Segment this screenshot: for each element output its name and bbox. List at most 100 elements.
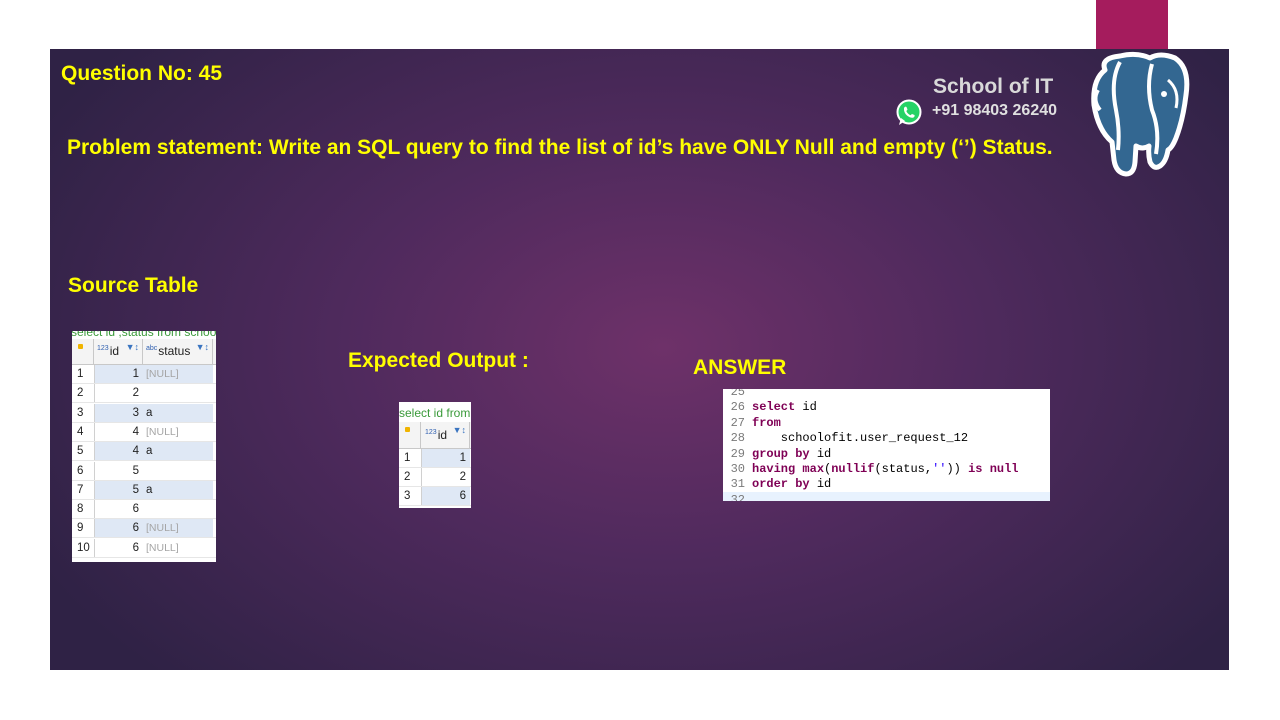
cell-id[interactable]: 4 [95,442,143,461]
row-number: 6 [72,461,95,480]
table-row[interactable]: 75a [72,480,216,500]
row-number: 7 [72,480,95,499]
table-row[interactable]: 22 [399,468,471,487]
filter-sort-icon[interactable]: ▼↕ [453,425,466,435]
cell-id[interactable]: 1 [422,449,470,467]
row-number: 9 [72,519,95,538]
code-line[interactable]: 27 from [723,415,1050,431]
row-number: 10 [72,538,95,557]
row-number: 1 [399,449,422,467]
code-text[interactable]: order by id [752,477,831,491]
line-number: 25 [730,389,745,399]
row-number: 3 [72,403,95,422]
cell-id[interactable]: 2 [422,468,470,486]
code-line[interactable]: 32 [723,491,1050,501]
cell-status[interactable]: [NULL] [143,539,213,557]
problem-statement: Problem statement: Write an SQL query to… [67,136,1053,159]
cell-id[interactable]: 1 [95,365,143,383]
cell-id[interactable]: 6 [422,487,470,505]
grid-header: 123id ▼↕ [399,422,471,449]
filter-sort-icon[interactable]: ▼↕ [196,342,209,352]
grid-header: 123id ▼↕ abcstatus ▼↕ [72,339,216,365]
table-row[interactable]: 22 [72,384,216,404]
row-number: 3 [399,487,422,505]
cell-id[interactable]: 6 [95,539,143,557]
decorative-bar [1096,0,1168,56]
code-line[interactable]: 26 select id [723,399,1050,415]
cell-id[interactable]: 5 [95,480,143,499]
column-header-id[interactable]: 123id ▼↕ [421,422,470,448]
grid-corner [72,339,94,364]
row-number: 2 [72,384,95,403]
source-table-title: Source Table [68,274,199,297]
table-row[interactable]: 33a [72,403,216,423]
code-line[interactable]: 29 group by id [723,446,1050,462]
code-text[interactable]: schoolofit.user_request_12 [752,431,968,445]
grid-corner [399,422,421,448]
cell-id[interactable]: 2 [95,384,143,402]
table-row[interactable]: 65 [72,461,216,481]
question-number: Question No: 45 [61,62,223,85]
query-caption: select id ,status from schoo [72,331,216,339]
cell-id[interactable]: 6 [95,500,143,518]
code-text[interactable]: from [752,416,781,430]
row-number: 2 [399,468,422,486]
table-row[interactable]: 9 6 [NULL] [72,519,216,539]
line-number: 32 [730,492,745,501]
cell-id[interactable]: 3 [95,403,143,422]
column-header-id[interactable]: 123id ▼↕ [94,339,143,364]
expected-output-title: Expected Output : [348,349,529,372]
table-row[interactable]: 4 4 [NULL] [72,422,216,442]
number-type-icon: 123 [97,345,109,352]
code-text[interactable]: select id [752,400,817,414]
cell-id[interactable]: 5 [95,462,143,480]
code-line[interactable]: 28 schoolofit.user_request_12 [723,430,1050,446]
code-text[interactable]: group by id [752,447,831,461]
cell-status[interactable]: [NULL] [143,365,213,383]
query-caption: select id from [399,406,471,420]
cell-status[interactable] [143,500,213,518]
line-number: 26 [730,400,745,415]
cell-status[interactable]: [NULL] [143,423,213,441]
cell-status[interactable]: a [143,442,213,461]
cell-id[interactable]: 6 [95,519,143,538]
number-type-icon: 123 [425,429,437,436]
source-table-grid: select id ,status from schoo 123id ▼↕ ab… [72,331,216,562]
code-text[interactable]: having max(nullif(status,'')) is null [752,462,1019,476]
cell-id[interactable]: 4 [95,423,143,441]
line-number: 30 [730,462,745,476]
sql-editor[interactable]: 25 26 select id 27 from 28 schoolofit.user_re… [723,389,1050,501]
code-line[interactable]: 31 order by id [723,476,1050,492]
key-icon [405,427,410,432]
code-line[interactable]: 25 [723,389,1050,400]
line-number: 27 [730,415,745,430]
brand-name: School of IT [933,75,1054,98]
cell-status[interactable]: a [143,403,213,422]
code-line[interactable]: 30 having max(nullif(status,'')) is null [723,461,1050,477]
text-type-icon: abc [146,345,158,352]
table-row[interactable]: 1 1 [NULL] [72,365,216,384]
line-number: 31 [730,477,745,492]
table-row[interactable]: 36 [399,487,471,506]
row-number: 8 [72,500,95,519]
brand-phone: +91 98403 26240 [932,102,1058,119]
answer-title: ANSWER [693,356,787,379]
table-row[interactable]: 54a [72,442,216,462]
filter-sort-icon[interactable]: ▼↕ [126,342,139,352]
row-number: 4 [72,422,95,441]
table-row[interactable]: 86 [72,500,216,520]
row-number: 5 [72,442,95,461]
table-row[interactable]: 10 6 [NULL] [72,538,216,558]
row-number: 1 [72,365,95,383]
cell-status[interactable]: a [143,480,213,499]
cell-status[interactable] [143,462,213,480]
line-number: 29 [730,446,745,461]
column-header-status[interactable]: abcstatus ▼↕ [143,339,213,364]
cell-status[interactable] [143,384,213,402]
table-row[interactable]: 11 [399,449,471,468]
cell-status[interactable]: [NULL] [143,519,213,538]
key-icon [78,344,83,349]
expected-output-grid: select id from 123id ▼↕ 112236 [399,402,471,508]
line-number: 28 [730,431,745,446]
whatsapp-icon [896,99,922,125]
